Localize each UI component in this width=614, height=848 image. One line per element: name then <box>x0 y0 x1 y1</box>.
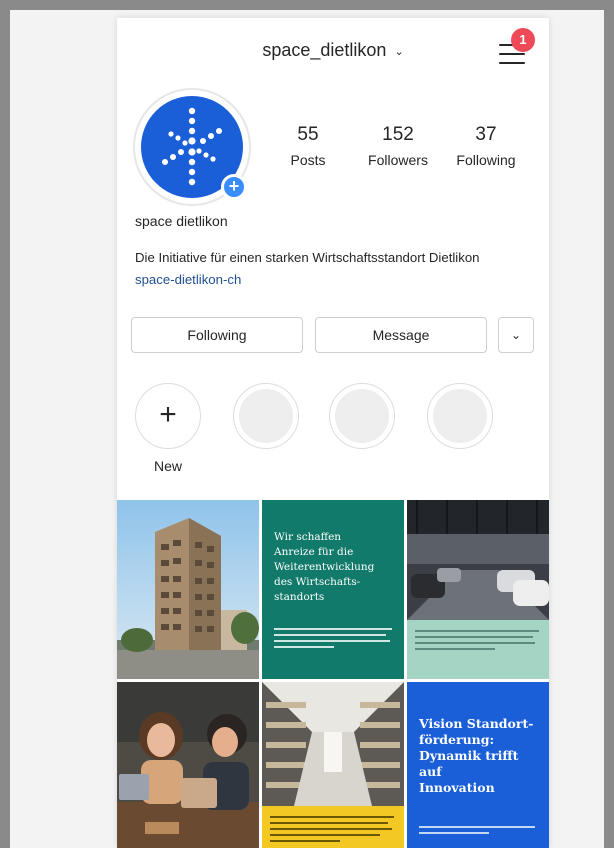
post-tile[interactable]: Wir schaffen Anreize für die Weiterentwi… <box>262 500 404 679</box>
username-switcher[interactable]: space_dietlikon ⌄ <box>117 40 549 61</box>
new-highlight-label: New <box>153 458 182 474</box>
display-name: space dietlikon <box>135 213 228 229</box>
stat-following-label: Following <box>456 152 516 168</box>
chevron-down-icon: ⌄ <box>510 328 522 342</box>
notification-badge: 1 <box>511 28 535 52</box>
stat-posts-label: Posts <box>290 152 326 168</box>
stat-following[interactable]: 37 Following <box>441 124 531 168</box>
following-button[interactable]: Following <box>131 317 303 353</box>
stat-followers[interactable]: 152 Followers <box>353 124 443 168</box>
bio-text: Die Initiative für einen starken Wirtsch… <box>135 250 480 265</box>
stat-following-value: 37 <box>475 124 497 145</box>
people-photo <box>117 682 259 848</box>
showroom-photo <box>407 500 549 620</box>
message-button[interactable]: Message <box>315 317 487 353</box>
new-highlight-button[interactable]: + <box>135 383 201 449</box>
page-background: space_dietlikon ⌄ 1 + 55 Posts 152 Follo… <box>10 10 604 848</box>
add-story-icon[interactable]: + <box>221 174 247 200</box>
post-fine-print <box>270 814 396 842</box>
post-tile[interactable] <box>117 500 259 679</box>
post-fine-print <box>415 628 541 650</box>
post-grid: Wir schaffen Anreize für die Weiterentwi… <box>117 500 549 848</box>
post-fine-print <box>419 824 539 838</box>
post-tile[interactable] <box>117 682 259 848</box>
stat-followers-label: Followers <box>368 152 428 168</box>
post-title: Vision Standort- förderung: Dynamik trif… <box>419 716 534 795</box>
chevron-down-icon: ⌄ <box>394 45 404 58</box>
stat-posts-value: 55 <box>297 124 319 145</box>
suggested-dropdown-button[interactable]: ⌄ <box>498 317 534 353</box>
plus-icon: + <box>159 398 177 431</box>
post-fine-print <box>274 626 394 652</box>
post-tile[interactable]: Vision Standort- förderung: Dynamik trif… <box>407 682 549 848</box>
post-tile[interactable] <box>407 500 549 679</box>
top-bar: space_dietlikon ⌄ 1 <box>117 18 549 82</box>
profile-screen: space_dietlikon ⌄ 1 + 55 Posts 152 Follo… <box>117 18 549 848</box>
post-title: Wir schaffen Anreize für die Weiterentwi… <box>274 531 375 603</box>
building-photo <box>117 500 259 679</box>
highlight-placeholder[interactable] <box>233 383 299 449</box>
stat-followers-value: 152 <box>382 124 414 145</box>
highlight-placeholder[interactable] <box>427 383 493 449</box>
warehouse-photo <box>262 682 404 806</box>
post-tile[interactable] <box>262 682 404 848</box>
username: space_dietlikon <box>262 40 387 60</box>
highlight-placeholder[interactable] <box>329 383 395 449</box>
stat-posts[interactable]: 55 Posts <box>263 124 353 168</box>
profile-link[interactable]: space-dietlikon-ch <box>135 272 241 287</box>
